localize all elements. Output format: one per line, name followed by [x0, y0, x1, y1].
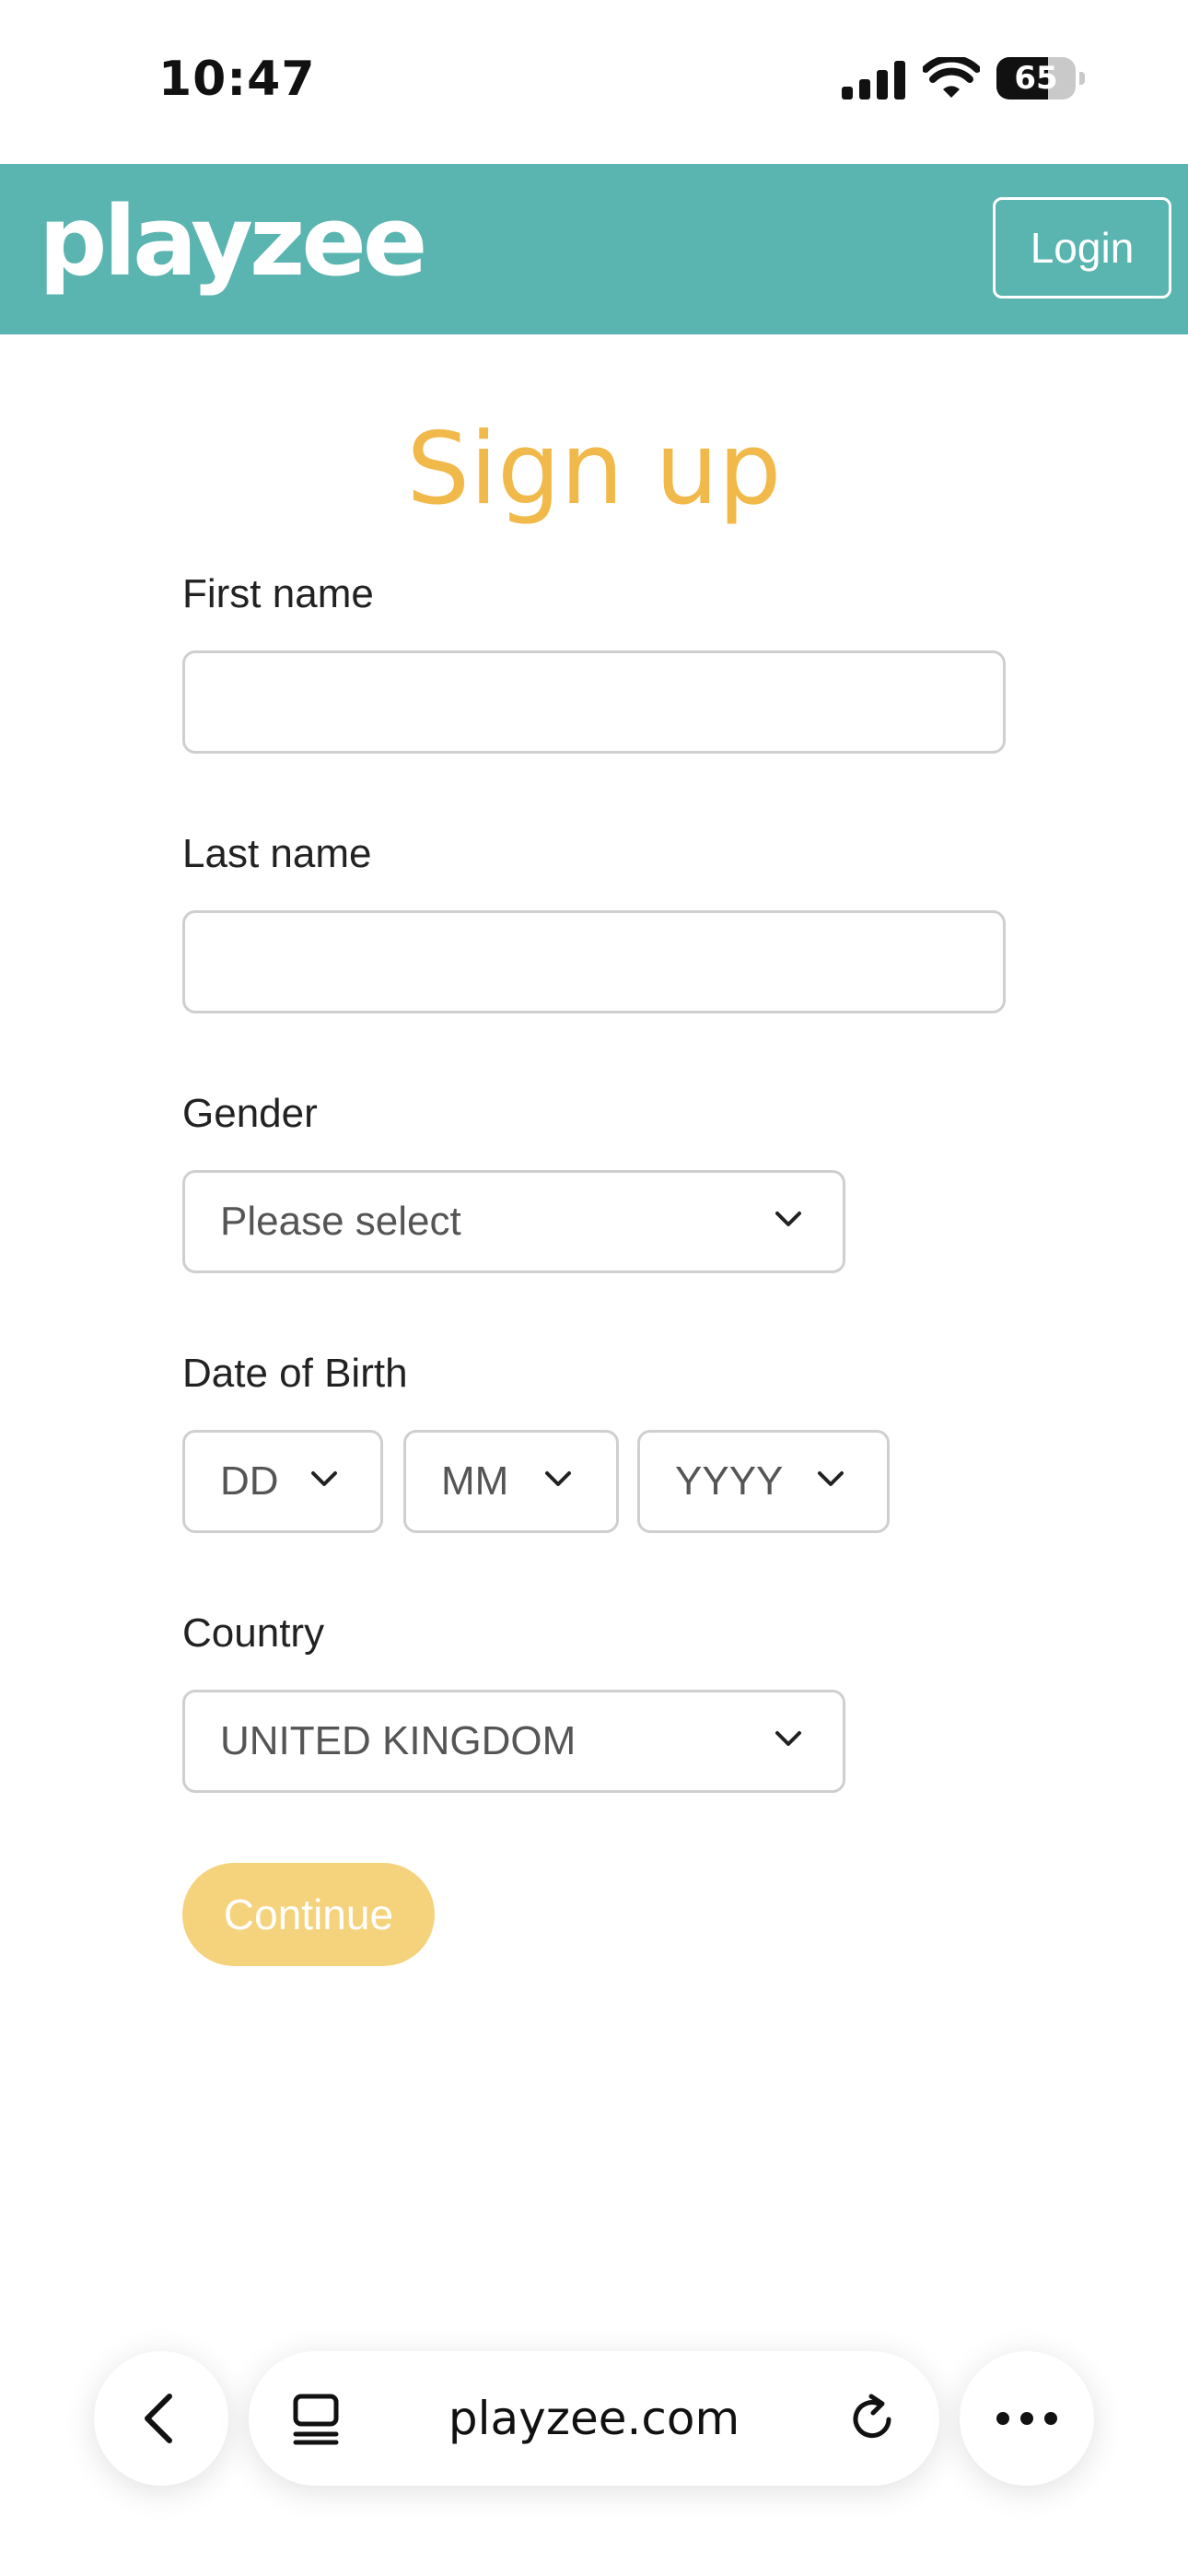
site-header: playzee Login: [0, 164, 1188, 334]
gender-label: Gender: [182, 1091, 318, 1136]
status-time: 10:47: [158, 52, 316, 107]
chevron-left-icon: [145, 2394, 172, 2443]
dob-month-value: MM: [441, 1458, 509, 1504]
address-bar[interactable]: playzee.com: [249, 2351, 939, 2486]
gender-selected-value: Please select: [220, 1199, 461, 1244]
dob-label: Date of Birth: [182, 1351, 408, 1396]
chevron-down-icon: [775, 1212, 801, 1226]
country-selected-value: UNITED KINGDOM: [220, 1718, 577, 1763]
chevron-down-icon: [818, 1471, 844, 1486]
continue-button[interactable]: Continue: [182, 1863, 435, 1966]
cellular-signal-icon: [842, 61, 905, 100]
dob-year-select[interactable]: YYYY: [637, 1430, 890, 1533]
status-bar: 10:47 65: [0, 0, 1188, 164]
battery-level: 65: [1014, 60, 1058, 97]
wifi-icon: [923, 57, 980, 98]
last-name-input[interactable]: [182, 910, 1006, 1013]
chevron-down-icon: [311, 1471, 337, 1486]
country-select[interactable]: UNITED KINGDOM: [182, 1690, 845, 1793]
back-button[interactable]: [94, 2351, 228, 2486]
login-button[interactable]: Login: [993, 197, 1171, 299]
url-text[interactable]: playzee.com: [378, 2351, 810, 2486]
chevron-down-icon: [545, 1471, 571, 1486]
dob-year-value: YYYY: [675, 1458, 784, 1504]
dob-month-select[interactable]: MM: [403, 1430, 619, 1533]
first-name-input[interactable]: [182, 650, 1006, 754]
playzee-logo[interactable]: playzee: [39, 193, 427, 289]
more-button[interactable]: [960, 2351, 1094, 2486]
dob-day-select[interactable]: DD: [182, 1430, 383, 1533]
gender-select[interactable]: Please select: [182, 1170, 845, 1273]
first-name-label: First name: [182, 571, 374, 616]
more-dots-icon: [996, 2412, 1057, 2425]
page-title: Sign up: [406, 412, 782, 527]
battery-icon: 65: [996, 57, 1085, 100]
last-name-label: Last name: [182, 831, 372, 876]
dob-day-value: DD: [220, 1458, 279, 1504]
reload-icon[interactable]: [845, 2392, 899, 2445]
country-label: Country: [182, 1610, 325, 1656]
tabs-icon[interactable]: [291, 2394, 341, 2445]
chevron-down-icon: [775, 1731, 801, 1746]
